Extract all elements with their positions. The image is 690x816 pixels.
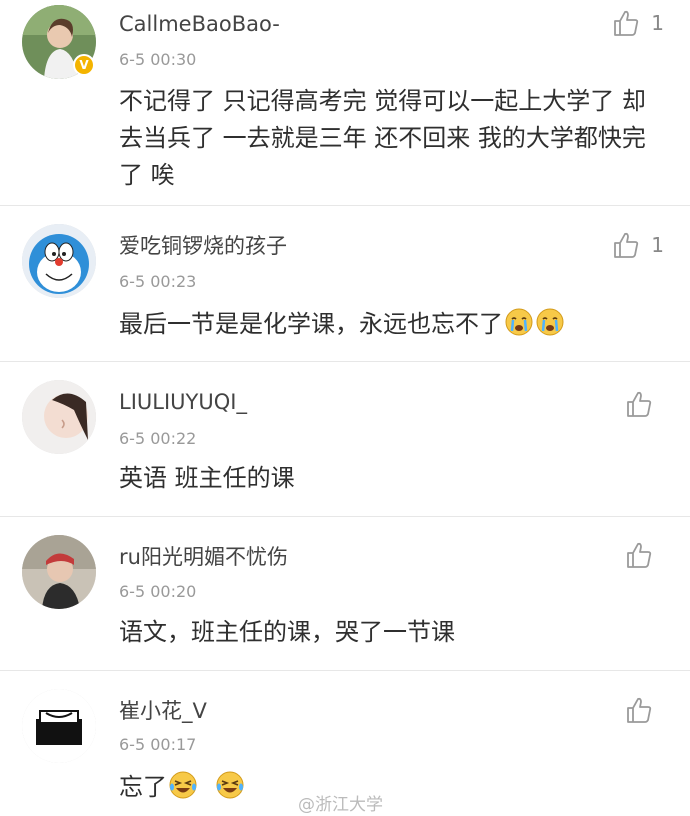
comment-time: 6-5 00:30 xyxy=(119,50,197,69)
like-button[interactable] xyxy=(624,540,664,570)
comment-text: 忘了 xyxy=(119,769,669,806)
comment-username[interactable]: 爱吃铜锣烧的孩子 xyxy=(119,230,287,260)
like-button[interactable] xyxy=(624,389,664,419)
comment-username[interactable]: LIULIUYUQI_ xyxy=(119,390,247,414)
like-count: 1 xyxy=(651,11,664,35)
comment-time: 6-5 00:22 xyxy=(119,429,197,448)
like-button[interactable]: 1 xyxy=(611,8,664,38)
thumbs-up-icon xyxy=(627,542,652,568)
laughing-tears-icon xyxy=(215,770,245,800)
like-button[interactable] xyxy=(624,695,664,725)
watermark: @浙江大学 xyxy=(298,795,383,815)
verified-badge-icon: V xyxy=(73,54,95,76)
laughing-tears-icon xyxy=(168,770,198,800)
comment-time: 6-5 00:23 xyxy=(119,272,197,291)
thumbs-up-icon xyxy=(627,391,652,417)
avatar[interactable] xyxy=(22,689,96,763)
thumbs-up-icon xyxy=(627,697,652,723)
comment-text: 最后一节是是化学课，永远也忘不了 xyxy=(119,306,669,343)
crying-face-icon xyxy=(535,307,565,337)
comment-time: 6-5 00:20 xyxy=(119,582,197,601)
like-count: 1 xyxy=(651,233,664,257)
comment-item: LIULIUYUQI_ 6-5 00:22 英语 班主任的课 xyxy=(0,362,690,516)
comment-username[interactable]: CallmeBaoBao- xyxy=(119,12,280,36)
comment-time: 6-5 00:17 xyxy=(119,735,197,754)
comment-username[interactable]: 崔小花_V xyxy=(119,695,207,725)
comment-item: ru阳光明媚不忧伤 6-5 00:20 语文，班主任的课，哭了一节课 xyxy=(0,517,690,670)
comment-item: V CallmeBaoBao- 6-5 00:30 不记得了 只记得高考完 觉得… xyxy=(0,0,690,205)
like-button[interactable]: 1 xyxy=(611,230,664,260)
comment-text-content: 最后一节是是化学课，永远也忘不了 xyxy=(119,310,503,338)
comment-text: 语文，班主任的课，哭了一节课 xyxy=(119,618,455,646)
avatar[interactable] xyxy=(22,535,96,609)
comment-username[interactable]: ru阳光明媚不忧伤 xyxy=(119,541,288,571)
comment-item: 爱吃铜锣烧的孩子 6-5 00:23 最后一节是是化学课，永远也忘不了 1 xyxy=(0,206,690,361)
avatar[interactable] xyxy=(22,224,96,298)
avatar[interactable] xyxy=(22,380,96,454)
comment-text-content: 忘了 xyxy=(119,773,167,801)
crying-face-icon xyxy=(504,307,534,337)
thumbs-up-icon xyxy=(614,232,639,258)
comment-text: 英语 班主任的课 xyxy=(119,464,295,492)
comment-text: 不记得了 只记得高考完 觉得可以一起上大学了 却去当兵了 一去就是三年 还不回来… xyxy=(119,87,646,189)
thumbs-up-icon xyxy=(614,10,639,36)
